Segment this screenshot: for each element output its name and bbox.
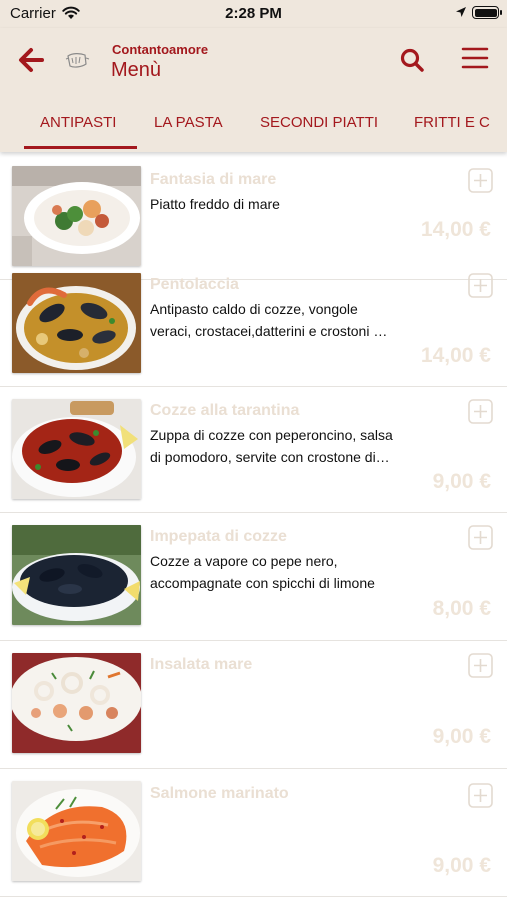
dish-photo bbox=[12, 653, 141, 753]
add-icon[interactable] bbox=[468, 525, 493, 550]
tab-la-pasta[interactable]: LA PASTA bbox=[154, 114, 223, 131]
status-bar: Carrier 2:28 PM bbox=[0, 0, 507, 28]
menu-item[interactable]: Pentolaccia Antipasto caldo di cozze, vo… bbox=[0, 261, 507, 387]
menu-item[interactable]: Salmone marinato 9,00 € bbox=[0, 769, 507, 897]
active-tab-indicator bbox=[24, 146, 137, 149]
item-price: 9,00 € bbox=[432, 470, 491, 493]
location-arrow-icon bbox=[456, 7, 466, 17]
app-header: Contantoamore Menù ANTIPASTI LA PASTA SE… bbox=[0, 28, 507, 152]
category-tabs: ANTIPASTI LA PASTA SECONDI PIATTI FRITTI… bbox=[0, 108, 507, 152]
dish-photo bbox=[12, 399, 141, 499]
clock: 2:28 PM bbox=[225, 5, 282, 22]
item-description: Piatto freddo di mare bbox=[150, 196, 280, 212]
item-price: 8,00 € bbox=[432, 597, 491, 620]
restaurant-logo bbox=[65, 53, 90, 68]
add-icon[interactable] bbox=[468, 399, 493, 424]
battery-icon bbox=[472, 6, 502, 19]
tab-secondi-piatti[interactable]: SECONDI PIATTI bbox=[260, 114, 378, 131]
search-icon[interactable] bbox=[399, 47, 425, 73]
add-icon[interactable] bbox=[468, 168, 493, 193]
item-price: 14,00 € bbox=[420, 344, 491, 367]
item-description: Zuppa di cozze con peperoncino, salsa di… bbox=[150, 427, 393, 465]
menu-item[interactable]: Insalata mare 9,00 € bbox=[0, 641, 507, 769]
item-price: 14,00 € bbox=[420, 218, 491, 241]
dish-photo bbox=[12, 166, 141, 266]
tab-fritti[interactable]: FRITTI E C bbox=[414, 114, 490, 131]
dish-photo bbox=[12, 273, 141, 373]
dish-photo bbox=[12, 525, 141, 625]
tab-antipasti[interactable]: ANTIPASTI bbox=[40, 114, 116, 131]
page-title: Menù bbox=[111, 59, 162, 81]
item-name: Salmone marinato bbox=[150, 785, 289, 802]
item-name: Pentolaccia bbox=[150, 276, 239, 293]
item-name: Cozze alla tarantina bbox=[150, 402, 300, 419]
menu-item[interactable]: Impepata di cozze Cozze a vapore co pepe… bbox=[0, 513, 507, 641]
menu-item[interactable]: Cozze alla tarantina Zuppa di cozze con … bbox=[0, 387, 507, 513]
hamburger-menu-icon[interactable] bbox=[461, 46, 489, 70]
dish-photo bbox=[12, 781, 141, 881]
item-name: Impepata di cozze bbox=[150, 528, 287, 545]
item-description: Antipasto caldo di cozze, vongole veraci… bbox=[150, 301, 388, 339]
add-icon[interactable] bbox=[468, 783, 493, 808]
item-name: Fantasia di mare bbox=[150, 171, 277, 188]
item-description: Cozze a vapore co pepe nero, accompagnat… bbox=[150, 553, 375, 591]
menu-list: Fantasia di mare Piatto freddo di mare 1… bbox=[0, 152, 507, 900]
back-arrow-icon[interactable] bbox=[17, 47, 45, 73]
restaurant-name: Contantoamore bbox=[112, 42, 209, 57]
add-icon[interactable] bbox=[468, 653, 493, 678]
item-price: 9,00 € bbox=[432, 725, 491, 748]
add-icon[interactable] bbox=[468, 273, 493, 298]
item-price: 9,00 € bbox=[432, 854, 491, 877]
item-name: Insalata mare bbox=[150, 656, 253, 673]
